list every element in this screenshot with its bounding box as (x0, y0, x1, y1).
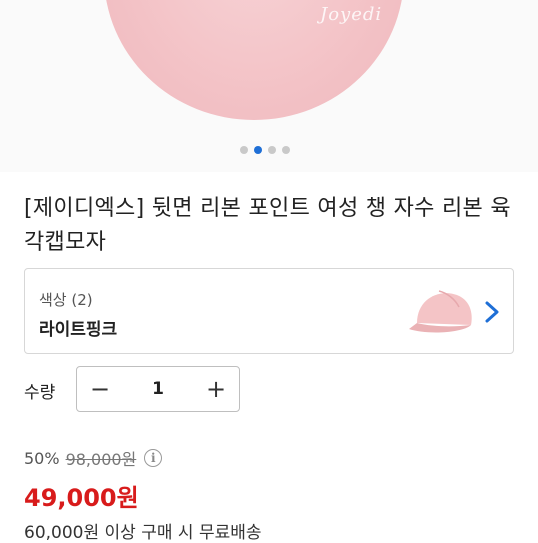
option-selector[interactable]: 색상 (2) 라이트핑크 (24, 268, 514, 354)
gallery-pagination (240, 146, 290, 154)
pagination-dot[interactable] (268, 146, 276, 154)
chevron-right-icon[interactable] (481, 297, 503, 327)
pagination-dot[interactable] (240, 146, 248, 154)
product-title: [제이디엑스] 뒷면 리본 포인트 여성 챙 자수 리본 육각캡모자 (24, 196, 511, 255)
cap-thumbnail-icon (409, 290, 472, 333)
discount-row: 50% 98,000원 i (24, 446, 163, 470)
pagination-dot[interactable] (282, 146, 290, 154)
quantity-stepper: − 1 + (76, 366, 240, 412)
original-price: 98,000원 (65, 450, 137, 469)
quantity-decrease-button[interactable]: − (77, 367, 123, 411)
quantity-increase-button[interactable]: + (193, 367, 239, 411)
info-icon[interactable]: i (144, 449, 163, 467)
discount-rate: 50% (24, 448, 60, 468)
sale-price: 49,000원 (24, 484, 139, 512)
product-image-gallery[interactable]: Joyedi (0, 0, 538, 172)
quantity-value[interactable]: 1 (123, 379, 193, 399)
shipping-note: 60,000원 이상 구매 시 무료배송 (24, 523, 262, 543)
option-value: 라이트핑크 (39, 320, 118, 340)
option-label: 색상 (2) (39, 291, 93, 309)
image-watermark: Joyedi (320, 4, 383, 25)
quantity-label: 수량 (24, 383, 56, 403)
pagination-dot-active[interactable] (254, 146, 262, 154)
